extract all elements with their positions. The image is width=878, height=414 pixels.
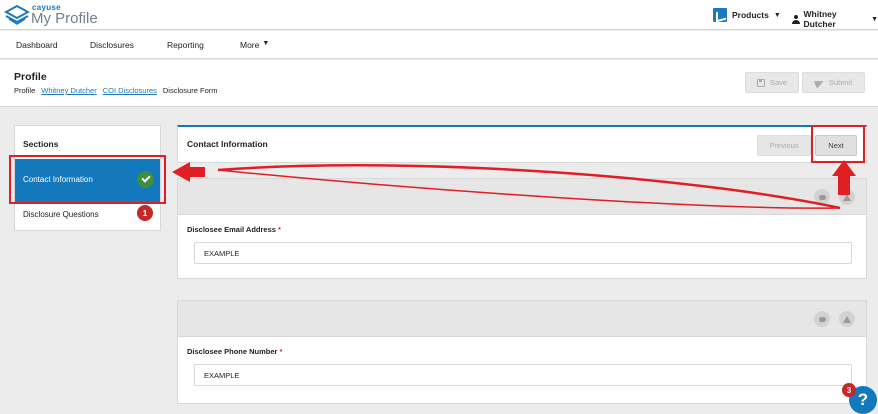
save-label: Save [769,78,788,87]
nav-dashboard[interactable]: Dashboard [16,40,58,50]
products-icon [713,8,727,22]
email-question: Disclosee Email Address * EXAMPLE [177,215,867,279]
breadcrumb-person[interactable]: Whitney Dutcher [41,86,96,95]
warning-icon [843,193,851,201]
nav-more-label: More [240,40,260,50]
breadcrumb: Profile Whitney Dutcher COI Disclosures … [14,86,217,95]
chevron-down-icon: ▼ [871,15,878,23]
breadcrumb-current: Disclosure Form [162,86,218,95]
page-header: Profile Profile Whitney Dutcher COI Disc… [0,60,878,107]
submit-label: Submit [828,78,853,87]
required-marker: * [277,225,281,234]
help-badge: 3 [842,383,856,397]
cayuse-logo-icon [4,4,30,25]
submit-button[interactable]: Submit [802,72,865,93]
annotation-box-section [9,155,166,204]
previous-button[interactable]: Previous [757,135,811,156]
email-label-text: Disclosee Email Address [187,225,276,234]
save-icon [756,78,765,87]
phone-field[interactable]: EXAMPLE [194,364,852,386]
main-nav: Dashboard Disclosures Reporting More ▼ [0,31,878,59]
nav-more[interactable]: More ▼ [240,40,269,50]
comment-button[interactable] [814,311,830,327]
annotation-box-next [811,125,865,163]
user-menu[interactable]: Whitney Dutcher ▼ [792,9,878,29]
products-label: Products [732,10,769,20]
warning-button[interactable] [839,189,855,205]
phone-label: Disclosee Phone Number * [187,347,282,356]
save-button[interactable]: Save [745,72,799,93]
user-name: Whitney Dutcher [803,9,837,29]
required-marker: * [279,347,283,356]
sections-title: Sections [23,139,59,149]
chevron-down-icon: ▼ [262,40,270,47]
question-toolbar [177,300,867,337]
form-title: Contact Information [187,139,268,149]
email-label: Disclosee Email Address * [187,225,281,234]
submit-icon [813,76,826,89]
nav-reporting[interactable]: Reporting [167,40,204,50]
breadcrumb-coi[interactable]: COI Disclosures [103,86,157,95]
comment-button[interactable] [814,189,830,205]
products-menu[interactable]: Products ▼ [713,8,781,22]
phone-label-text: Disclosee Phone Number [187,347,278,356]
comment-icon [818,194,826,201]
app-title[interactable]: My Profile [31,10,98,27]
warning-button[interactable] [839,311,855,327]
chevron-down-icon: ▼ [773,11,781,19]
warning-icon [843,315,851,323]
page-title: Profile [14,71,47,83]
form-header: Contact Information Previous Next [177,125,867,163]
user-icon [792,14,800,24]
breadcrumb-root: Profile [14,86,36,95]
question-toolbar [177,178,867,215]
phone-question: Disclosee Phone Number * EXAMPLE [177,337,867,404]
comment-icon [818,316,826,323]
email-field[interactable]: EXAMPLE [194,242,852,264]
nav-disclosures[interactable]: Disclosures [90,40,134,50]
section-badge: 1 [137,205,153,221]
section-disclosure-questions[interactable]: Disclosure Questions [23,210,99,219]
top-bar: cayuse My Profile Products ▼ Whitney Dut… [0,0,878,30]
